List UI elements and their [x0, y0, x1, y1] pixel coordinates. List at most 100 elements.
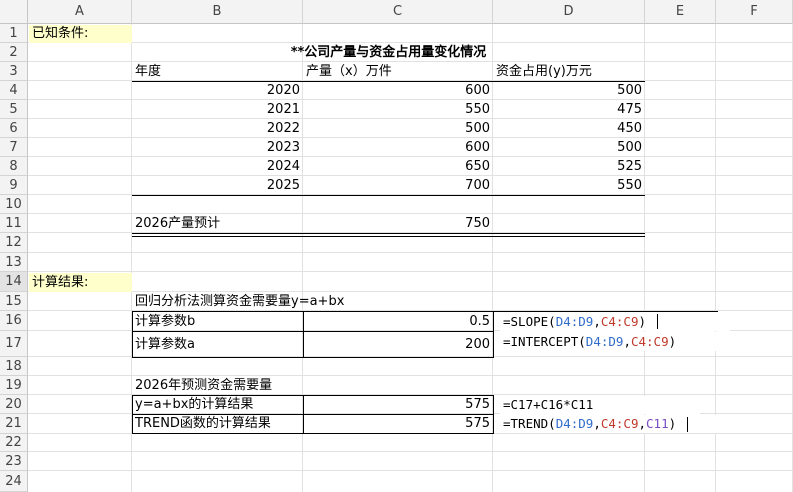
- border-table-bottom: [132, 195, 645, 196]
- row-header-18[interactable]: 18: [0, 357, 28, 376]
- border-total-2: [132, 236, 645, 237]
- border-params-right: [493, 311, 494, 358]
- row-header-8[interactable]: 8: [0, 157, 28, 176]
- table-cell-x[interactable]: 600: [303, 139, 493, 157]
- row-header-14[interactable]: 14: [0, 272, 28, 292]
- cell-a14[interactable]: 计算结果:: [29, 273, 132, 292]
- row-header-11[interactable]: 11: [0, 214, 28, 233]
- cell-b15[interactable]: 回归分析法测算资金需要量y=a+bx: [132, 293, 432, 311]
- row-header-10[interactable]: 10: [0, 195, 28, 214]
- border-header-bottom: [132, 81, 645, 82]
- gridline-horizontal: [28, 291, 793, 292]
- gridline-horizontal: [28, 470, 793, 471]
- row-header-17[interactable]: 17: [0, 331, 28, 357]
- col-header-a[interactable]: A: [28, 0, 132, 24]
- table-cell-x[interactable]: 550: [303, 101, 493, 119]
- table-cell-y[interactable]: 550: [493, 177, 645, 195]
- row-header-2[interactable]: 2: [0, 43, 28, 62]
- cell-b20[interactable]: y=a+bx的计算结果: [132, 396, 303, 414]
- formula-d16[interactable]: =SLOPE(D4:D9,C4:C9): [500, 312, 730, 331]
- gridline-horizontal: [28, 375, 793, 376]
- row-header-22[interactable]: 22: [0, 434, 28, 452]
- formula-d17-ref-x: C4:C9: [630, 334, 669, 349]
- cell-c16[interactable]: 0.5: [303, 312, 493, 331]
- gridline-horizontal: [28, 42, 793, 43]
- table-cell-year[interactable]: 2021: [132, 101, 303, 119]
- formula-d16-close: ): [638, 314, 647, 329]
- row-header-12[interactable]: 12: [0, 233, 28, 253]
- border-params-left: [132, 311, 133, 358]
- row-header-19[interactable]: 19: [0, 376, 28, 395]
- row-header-21[interactable]: 21: [0, 414, 28, 434]
- cell-c11[interactable]: 750: [303, 215, 493, 233]
- cell-b19[interactable]: 2026年预测资金需要量: [132, 377, 382, 395]
- row-header-9[interactable]: 9: [0, 176, 28, 195]
- formula-d21-sep1: ,: [593, 416, 601, 431]
- row-header-4[interactable]: 4: [0, 81, 28, 100]
- border-results-right: [493, 395, 494, 434]
- row-header-7[interactable]: 7: [0, 138, 28, 157]
- cell-c21[interactable]: 575: [303, 415, 493, 433]
- cell-b17[interactable]: 计算参数a: [132, 332, 303, 357]
- formula-d20[interactable]: =C17+C16*C11: [500, 396, 700, 414]
- table-cell-x[interactable]: 700: [303, 177, 493, 195]
- table-cell-y[interactable]: 500: [493, 82, 645, 100]
- formula-d21-ref-y: D4:D9: [555, 416, 594, 431]
- table-cell-x[interactable]: 500: [303, 120, 493, 138]
- border-params-mid: [132, 331, 493, 332]
- table-title[interactable]: **公司产量与资金占用量变化情况: [132, 44, 645, 62]
- table-cell-year[interactable]: 2024: [132, 158, 303, 176]
- row-header-5[interactable]: 5: [0, 100, 28, 119]
- cell-a1[interactable]: 已知条件:: [29, 25, 132, 43]
- text-cursor-d21: [687, 417, 688, 432]
- border-results-left: [132, 395, 133, 434]
- table-cell-year[interactable]: 2020: [132, 82, 303, 100]
- table-cell-y[interactable]: 500: [493, 139, 645, 157]
- select-all-corner[interactable]: [0, 0, 28, 24]
- formula-d16-ref-x: C4:C9: [600, 314, 639, 329]
- spreadsheet: A B C D E F 1 2 3 4 5 6 7 8 9 10 11 12 13 14 15 16 17 18 1…: [0, 0, 793, 492]
- col-header-f[interactable]: F: [716, 0, 793, 24]
- formula-d17-sep: ,: [623, 334, 631, 349]
- header-output[interactable]: 产量（x）万件: [303, 63, 493, 81]
- row-header-20[interactable]: 20: [0, 395, 28, 414]
- table-cell-y[interactable]: 525: [493, 158, 645, 176]
- table-cell-x[interactable]: 650: [303, 158, 493, 176]
- row-header-6[interactable]: 6: [0, 119, 28, 138]
- table-cell-year[interactable]: 2025: [132, 177, 303, 195]
- border-results-top: [132, 395, 493, 396]
- row-header-24[interactable]: 24: [0, 471, 28, 492]
- cell-c17[interactable]: 200: [303, 332, 493, 357]
- col-header-c[interactable]: C: [303, 0, 493, 24]
- formula-d16-func: =SLOPE(: [503, 314, 556, 329]
- formula-d17[interactable]: =INTERCEPT(D4:D9,C4:C9): [500, 332, 730, 351]
- border-total-1: [132, 233, 645, 234]
- row-header-3[interactable]: 3: [0, 62, 28, 81]
- header-capital[interactable]: 资金占用(y)万元: [493, 63, 645, 81]
- row-header-16[interactable]: 16: [0, 311, 28, 331]
- table-cell-y[interactable]: 450: [493, 120, 645, 138]
- header-year[interactable]: 年度: [132, 63, 303, 81]
- col-header-b[interactable]: B: [132, 0, 303, 24]
- cell-b11[interactable]: 2026产量预计: [132, 215, 303, 233]
- table-cell-x[interactable]: 600: [303, 82, 493, 100]
- col-header-d[interactable]: D: [493, 0, 645, 24]
- gridline-horizontal: [28, 252, 793, 253]
- formula-d21-ref-new-x: C11: [646, 416, 669, 431]
- row-header-15[interactable]: 15: [0, 292, 28, 311]
- border-results-bottom: [132, 433, 493, 434]
- cell-b21[interactable]: TREND函数的计算结果: [132, 415, 303, 433]
- table-cell-year[interactable]: 2022: [132, 120, 303, 138]
- row-header-13[interactable]: 13: [0, 253, 28, 272]
- table-cell-year[interactable]: 2023: [132, 139, 303, 157]
- cell-c20[interactable]: 575: [303, 396, 493, 414]
- table-cell-y[interactable]: 475: [493, 101, 645, 119]
- border-params-top: [132, 311, 493, 312]
- row-header-23[interactable]: 23: [0, 452, 28, 471]
- col-header-e[interactable]: E: [645, 0, 716, 24]
- formula-d21-close: ): [668, 416, 677, 431]
- formula-d17-ref-y: D4:D9: [585, 334, 624, 349]
- formula-d21[interactable]: =TREND(D4:D9,C4:C9,C11): [500, 415, 730, 433]
- cell-b16[interactable]: 计算参数b: [132, 312, 303, 331]
- row-header-1[interactable]: 1: [0, 24, 28, 43]
